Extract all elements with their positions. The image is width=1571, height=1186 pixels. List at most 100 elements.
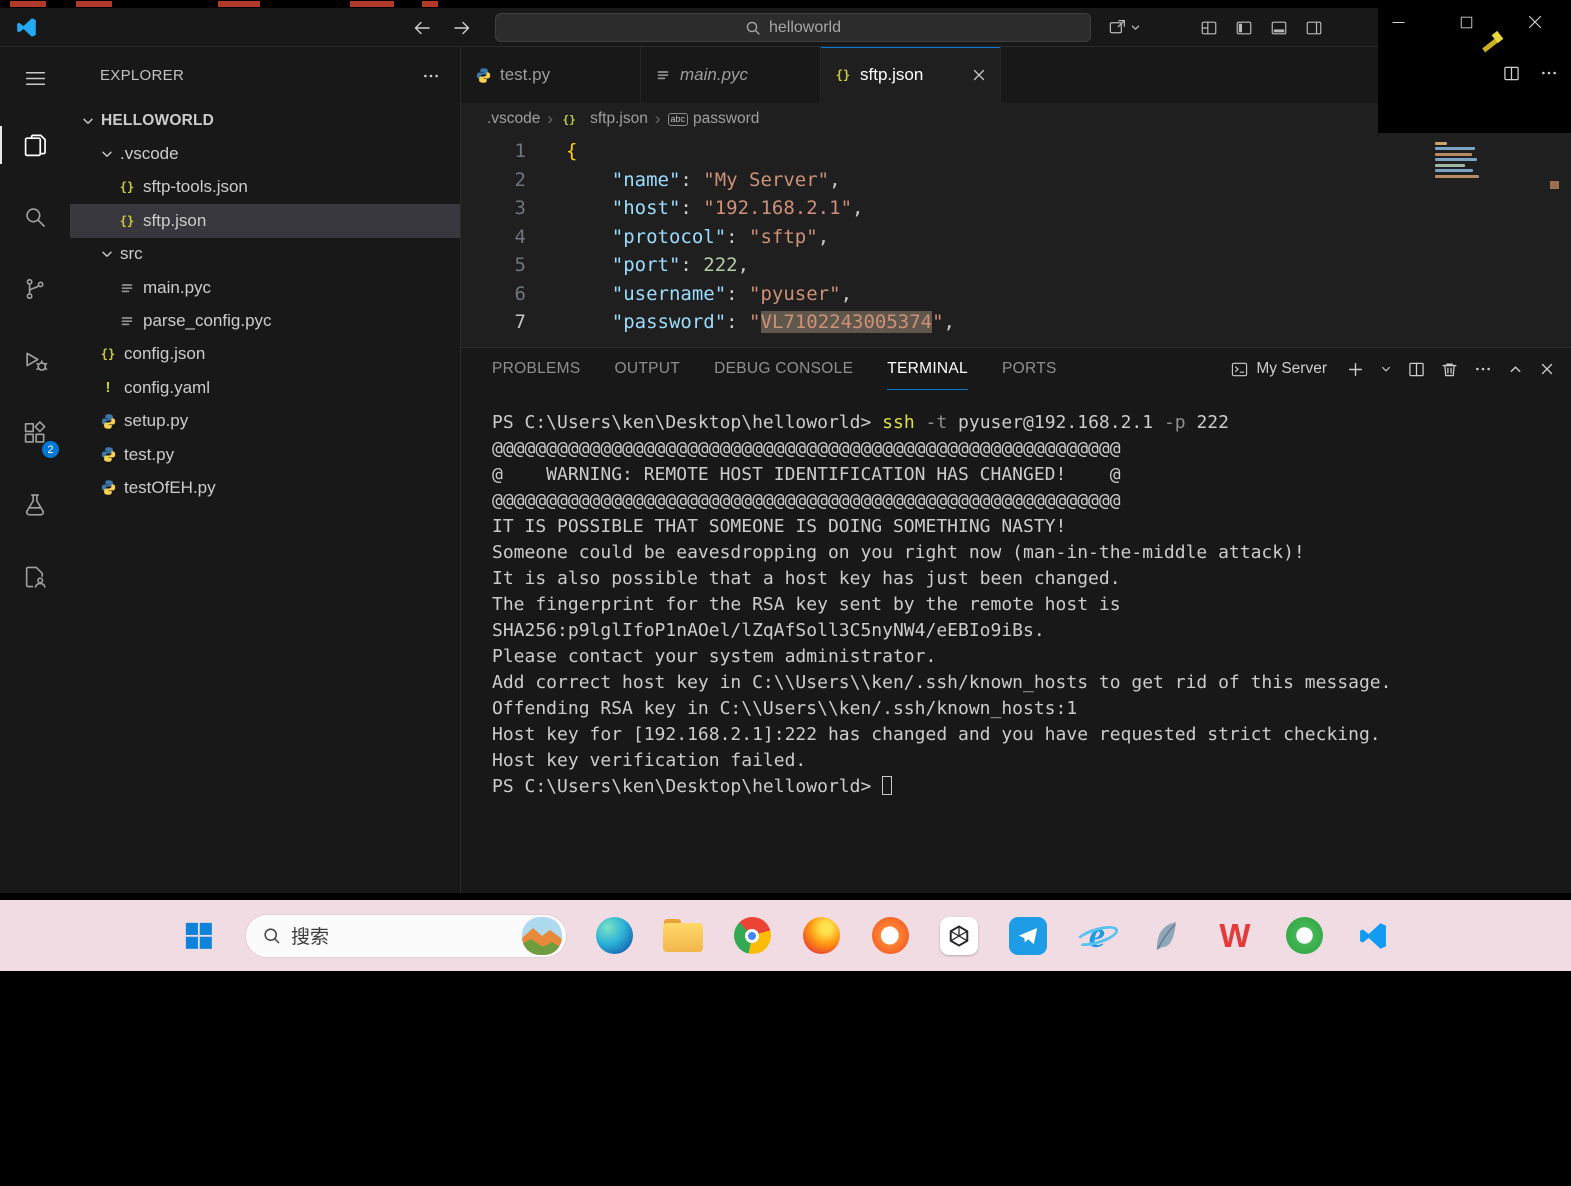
toggle-panel-button[interactable] <box>1270 19 1288 37</box>
taskbar-app-file-explorer[interactable] <box>661 914 705 958</box>
green-browser-icon <box>1286 917 1323 954</box>
close-button[interactable] <box>1523 11 1547 33</box>
activity-run-debug-button[interactable] <box>0 325 70 397</box>
command-center-search[interactable]: helloworld <box>495 13 1091 42</box>
code-token: , <box>818 226 829 248</box>
activity-testing-button[interactable] <box>0 469 70 541</box>
screen-corner-overlay <box>1378 0 1571 133</box>
minimap-line <box>1435 158 1477 161</box>
breadcrumb-item[interactable]: abcpassword <box>668 110 760 128</box>
editor-tab-sftp.json[interactable]: {}sftp.json <box>821 47 1001 103</box>
terminal-token: The fingerprint for the RSA key sent by … <box>492 594 1121 615</box>
taskbar-app-firefox[interactable] <box>799 914 843 958</box>
terminal-profile[interactable]: My Server <box>1231 360 1327 378</box>
json-file-icon: {} <box>834 68 852 82</box>
layout-dropdown-button[interactable] <box>1108 18 1141 37</box>
breadcrumb-item[interactable]: {}sftp.json <box>560 110 648 128</box>
new-terminal-button[interactable] <box>1347 361 1364 378</box>
activity-search-button[interactable] <box>0 181 70 253</box>
more-actions-button[interactable] <box>1474 360 1492 378</box>
search-highlight-image[interactable] <box>522 917 562 955</box>
line-number: 5 <box>461 251 526 280</box>
sidebar-header: EXPLORER <box>70 47 460 104</box>
maximize-icon <box>1460 16 1473 29</box>
more-actions-button[interactable] <box>1540 64 1558 82</box>
tree-item-test.py[interactable]: test.py <box>70 438 460 471</box>
tree-item-.vscode[interactable]: .vscode <box>70 137 460 170</box>
terminal-line: @@@@@@@@@@@@@@@@@@@@@@@@@@@@@@@@@@@@@@@@… <box>492 488 1571 514</box>
panel-tab-problems[interactable]: PROBLEMS <box>492 348 581 390</box>
vscode-logo-icon <box>15 16 38 39</box>
breadcrumb-item[interactable]: .vscode <box>487 110 540 128</box>
maximize-panel-button[interactable] <box>1508 362 1523 377</box>
launch-profile-button[interactable] <box>1380 363 1392 375</box>
vscode-icon <box>1357 920 1389 952</box>
maximize-button[interactable] <box>1455 11 1479 33</box>
taskbar-app-wps[interactable]: W <box>1213 914 1257 958</box>
code-token: , <box>738 254 749 276</box>
terminal-cursor <box>882 776 892 795</box>
python-file-icon <box>99 446 117 463</box>
back-button[interactable] <box>408 15 436 41</box>
line-number: 2 <box>461 166 526 195</box>
panel-tab-debug-console[interactable]: DEBUG CONSOLE <box>714 348 853 390</box>
editor-group: test.pymain.pyc{}sftp.json .vscode›{}sft… <box>461 47 1571 893</box>
toggle-secondary-sidebar-button[interactable] <box>1305 19 1323 37</box>
tree-item-config.yaml[interactable]: !config.yaml <box>70 371 460 404</box>
code-token: : <box>726 311 749 333</box>
symbol-string-icon: abc <box>668 113 689 126</box>
panel-tab-terminal[interactable]: TERMINAL <box>887 348 968 390</box>
editor-tab-test.py[interactable]: test.py <box>461 47 641 103</box>
tree-item-parse_config.pyc[interactable]: parse_config.pyc <box>70 304 460 337</box>
taskbar-app-chatgpt[interactable] <box>937 914 981 958</box>
minimap-line <box>1435 164 1465 167</box>
json-file-icon: {} <box>118 214 136 228</box>
customize-layout-button[interactable] <box>1200 19 1218 37</box>
tree-item-sftp.json[interactable]: {}sftp.json <box>70 204 460 237</box>
tree-item-main.pyc[interactable]: main.pyc <box>70 271 460 304</box>
split-editor-button[interactable] <box>1503 64 1520 82</box>
toggle-primary-sidebar-button[interactable] <box>1235 19 1253 37</box>
activity-menu-button[interactable] <box>0 47 70 109</box>
tree-item-HELLOWORLD[interactable]: HELLOWORLD <box>70 104 460 137</box>
forward-button[interactable] <box>448 15 476 41</box>
launch-profile-icon <box>1380 363 1392 375</box>
terminal-output[interactable]: PS C:\Users\ken\Desktop\helloworld> ssh … <box>461 390 1571 893</box>
minimap[interactable] <box>1435 139 1543 339</box>
panel-tab-strip: PROBLEMS OUTPUT DEBUG CONSOLE TERMINAL PORTS <box>492 348 1091 390</box>
code-editor[interactable]: 1{2 "name": "My Server",3 "host": "192.1… <box>461 135 1571 347</box>
panel-tab-output[interactable]: OUTPUT <box>615 348 681 390</box>
panel-tab-ports[interactable]: PORTS <box>1002 348 1057 390</box>
start-button[interactable] <box>176 914 220 958</box>
taskbar-app-edge[interactable] <box>592 914 636 958</box>
minimize-button[interactable] <box>1386 11 1410 33</box>
tree-item-config.json[interactable]: {}config.json <box>70 338 460 371</box>
sidebar: EXPLORER HELLOWORLD.vscode{}sftp-tools.j… <box>70 47 461 893</box>
code-token: " <box>749 311 760 333</box>
editor-tab-main.pyc[interactable]: main.pyc <box>641 47 821 103</box>
close-icon[interactable] <box>971 67 987 83</box>
taskbar-app-blue-messenger[interactable] <box>1006 914 1050 958</box>
tree-item-testOfEH.py[interactable]: testOfEH.py <box>70 471 460 504</box>
activity-explorer-button[interactable] <box>0 109 70 181</box>
code-token: , <box>829 169 840 191</box>
tree-item-sftp-tools.json[interactable]: {}sftp-tools.json <box>70 171 460 204</box>
tree-item-setup.py[interactable]: setup.py <box>70 405 460 438</box>
activity-remote-explorer-button[interactable] <box>0 541 70 613</box>
activity-source-control-button[interactable] <box>0 253 70 325</box>
tree-item-src[interactable]: src <box>70 238 460 271</box>
taskbar-search[interactable]: 搜索 <box>245 914 567 958</box>
split-terminal-button[interactable] <box>1408 361 1425 378</box>
minimap-line <box>1435 153 1472 156</box>
close-panel-button[interactable] <box>1539 361 1555 377</box>
taskbar-app-green-browser[interactable] <box>1282 914 1326 958</box>
explorer-more-actions-button[interactable] <box>422 67 440 85</box>
kill-terminal-button[interactable] <box>1441 361 1458 378</box>
taskbar-app-orange-browser[interactable] <box>868 914 912 958</box>
taskbar-app-chrome[interactable] <box>730 914 774 958</box>
taskbar-app-internet-explorer[interactable]: e <box>1075 914 1119 958</box>
taskbar-app-feather-app[interactable] <box>1144 914 1188 958</box>
code-token: : <box>680 197 703 219</box>
taskbar-app-vscode[interactable] <box>1351 914 1395 958</box>
activity-extensions-button[interactable]: 2 <box>0 397 70 469</box>
